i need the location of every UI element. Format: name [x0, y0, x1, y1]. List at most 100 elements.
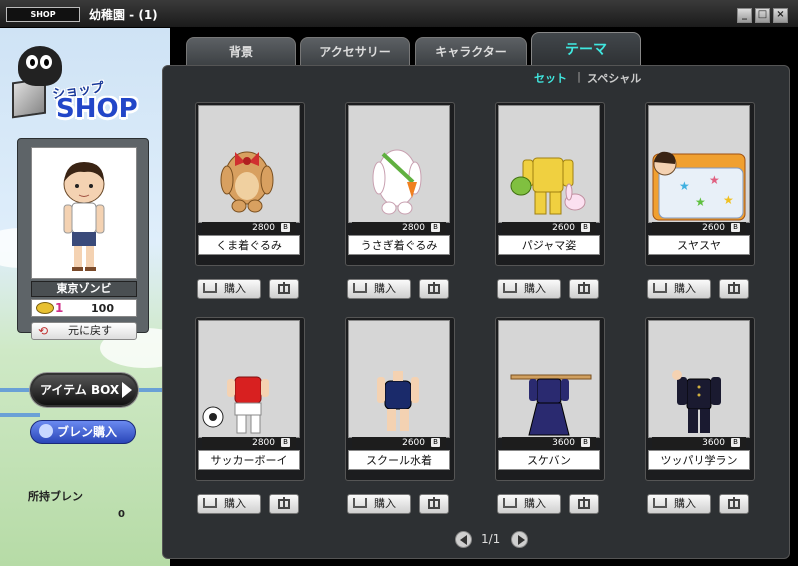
avatar [31, 147, 137, 279]
avatar-panel: 東京ゾンビ 1 100 ⟲ 元に戻す [17, 138, 149, 340]
buy-button[interactable]: 購入 [497, 494, 561, 514]
page-indicator: 1/1 [481, 532, 501, 546]
refresh-icon: ⟲ [38, 324, 49, 338]
buy-button[interactable]: 購入 [647, 279, 711, 299]
gift-icon [428, 497, 440, 509]
left-panel: ショップ SHOP 東京ゾンビ 1 100 ⟲ 元に戻す アイテム BOX ブレ… [0, 28, 170, 566]
currency-icon: B [281, 438, 290, 447]
fence-decoration [0, 413, 40, 417]
item-card[interactable]: 3600 B ツッパリ学ラン 購入 [645, 317, 755, 514]
gift-icon [578, 497, 590, 509]
next-page-button[interactable] [511, 531, 528, 548]
gift-button[interactable] [569, 494, 599, 514]
item-price: 2800 [252, 223, 275, 233]
prev-page-button[interactable] [455, 531, 472, 548]
gift-button[interactable] [269, 494, 299, 514]
buy-label: 購入 [374, 497, 396, 510]
cart-icon [503, 498, 517, 508]
buy-button[interactable]: 購入 [647, 494, 711, 514]
close-button[interactable]: × [773, 8, 788, 23]
item-card[interactable]: 2800 B うさぎ着ぐるみ 購入 [345, 102, 455, 299]
gift-icon [728, 282, 740, 294]
coin-icon [36, 302, 54, 314]
sleeping-futon-icon: ★ ★ ★ ★ [648, 105, 750, 223]
gift-button[interactable] [719, 494, 749, 514]
buy-button[interactable]: 購入 [197, 279, 261, 299]
price-tag: 3600 B [502, 437, 596, 449]
item-card[interactable]: 2800 B サッカーボーイ 購入 [195, 317, 305, 514]
tab-accessory[interactable]: アクセサリー [300, 37, 410, 67]
reset-button[interactable]: ⟲ 元に戻す [31, 322, 137, 340]
item-box-label: アイテム BOX [40, 383, 120, 397]
item-card[interactable]: ★ ★ ★ ★ 2600 B スヤスヤ 購入 [645, 102, 755, 299]
buy-label: 購入 [374, 282, 396, 295]
cart-icon [203, 498, 217, 508]
gift-button[interactable] [269, 279, 299, 299]
item-price: 2600 [702, 223, 725, 233]
svg-text:★: ★ [723, 193, 734, 207]
gift-icon [428, 282, 440, 294]
title-bar: SHOP 幼稚園 - (1) _ □ × [0, 0, 798, 28]
cart-icon [203, 283, 217, 293]
currency-icon: B [281, 223, 290, 232]
buy-button[interactable]: 購入 [197, 494, 261, 514]
bren-buy-button[interactable]: ブレン購入 [30, 420, 136, 444]
currency-icon: B [581, 223, 590, 232]
item-card[interactable]: 3600 B スケバン 購入 [495, 317, 605, 514]
buy-button[interactable]: 購入 [497, 279, 561, 299]
price-tag: 2600 B [652, 222, 746, 234]
bren-buy-label: ブレン購入 [57, 425, 118, 439]
gift-button[interactable] [719, 279, 749, 299]
buy-label: 購入 [224, 282, 246, 295]
price-tag: 3600 B [652, 437, 746, 449]
cart-icon [653, 498, 667, 508]
item-card[interactable]: 2600 B スクール水着 購入 [345, 317, 455, 514]
price-tag: 2600 B [352, 437, 446, 449]
maximize-button[interactable]: □ [755, 8, 770, 23]
subtab-special[interactable]: スペシャル [587, 70, 641, 86]
currency-icon: B [431, 223, 440, 232]
tab-theme[interactable]: テーマ [531, 32, 641, 67]
mascot-icon [18, 46, 62, 86]
minimize-button[interactable]: _ [737, 8, 752, 23]
currency-icon: B [581, 438, 590, 447]
svg-text:★: ★ [709, 173, 720, 187]
coin-level: 1 [55, 301, 64, 315]
price-tag: 2800 B [202, 222, 296, 234]
pajamas-icon [498, 105, 600, 223]
item-name: ツッパリ学ラン [648, 450, 750, 470]
item-price: 2600 [402, 438, 425, 448]
bren-icon [39, 424, 53, 438]
tab-background[interactable]: 背景 [186, 37, 296, 67]
item-box-button[interactable]: アイテム BOX [30, 373, 138, 407]
item-card[interactable]: 2800 B くま着ぐるみ 購入 [195, 102, 305, 299]
item-card[interactable]: 2600 B パジャマ姿 購入 [495, 102, 605, 299]
svg-text:★: ★ [679, 179, 690, 193]
currency-icon: B [431, 438, 440, 447]
school-swimsuit-icon [348, 320, 450, 438]
sukeban-uniform-icon [498, 320, 600, 438]
subtab-set[interactable]: セット [534, 70, 567, 86]
item-price: 3600 [702, 438, 725, 448]
avatar-name: 東京ゾンビ [31, 281, 137, 297]
cart-icon [503, 283, 517, 293]
item-name: スヤスヤ [648, 235, 750, 255]
logo-title: SHOP [56, 94, 138, 124]
window-title: 幼稚園 - (1) [89, 8, 158, 22]
gift-button[interactable] [569, 279, 599, 299]
gift-button[interactable] [419, 279, 449, 299]
subtab-sep: | [577, 70, 582, 83]
cart-icon [653, 283, 667, 293]
item-price: 2800 [252, 438, 275, 448]
item-name: スケバン [498, 450, 600, 470]
bren-value: 0 [118, 509, 125, 520]
svg-text:★: ★ [695, 195, 706, 209]
tab-character[interactable]: キャラクター [415, 37, 527, 67]
coin-value: 100 [91, 302, 114, 315]
buy-button[interactable]: 購入 [347, 279, 411, 299]
buy-button[interactable]: 購入 [347, 494, 411, 514]
item-price: 2800 [402, 223, 425, 233]
gift-icon [278, 282, 290, 294]
price-tag: 2800 B [352, 222, 446, 234]
gift-button[interactable] [419, 494, 449, 514]
